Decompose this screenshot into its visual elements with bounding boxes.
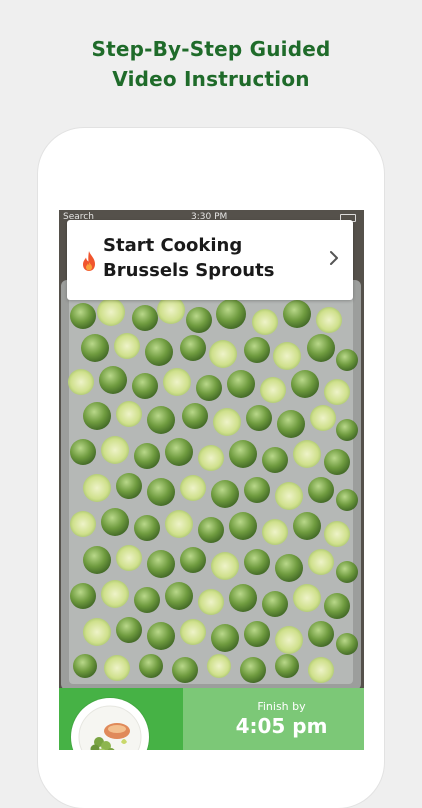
flame-icon	[83, 251, 95, 271]
card-title-line-1: Start Cooking	[103, 235, 243, 256]
finish-by-label: Finish by	[257, 700, 306, 713]
finish-time: 4:05 pm	[235, 714, 328, 738]
headline-line-2: Video Instruction	[112, 67, 310, 91]
chevron-right-icon[interactable]	[329, 250, 339, 266]
start-cooking-card[interactable]: Start Cooking Brussels Sprouts	[67, 220, 353, 300]
app-screen: Search 3:30 PM Start Cooking Brussels Sp…	[59, 210, 364, 750]
promo-headline: Step-By-Step Guided Video Instruction	[0, 34, 422, 94]
card-title-line-2: Brussels Sprouts	[103, 260, 275, 281]
card-title: Start Cooking Brussels Sprouts	[103, 233, 323, 283]
timer-bar: Finish by 4:05 pm	[59, 688, 364, 750]
headline-line-1: Step-By-Step Guided	[91, 37, 331, 61]
